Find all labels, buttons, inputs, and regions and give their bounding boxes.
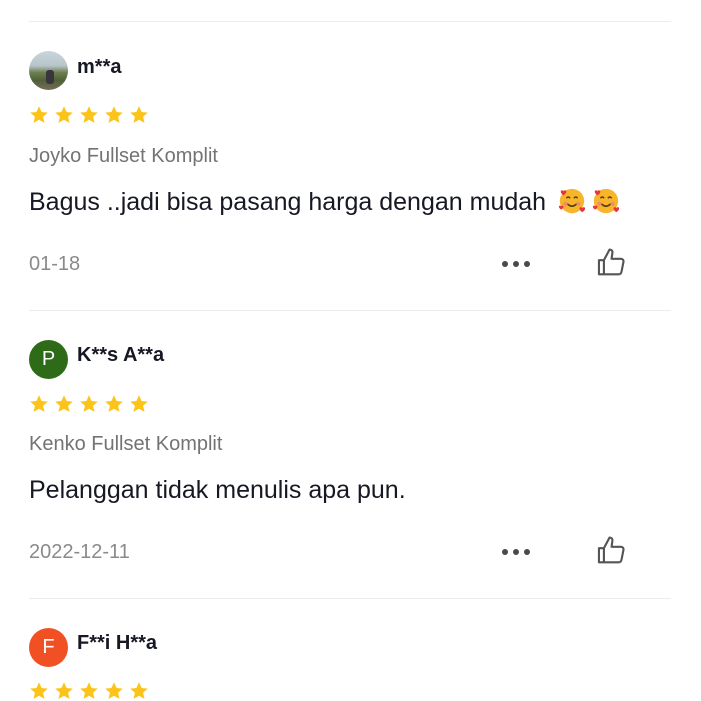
product-variant: Joyko Fullset Komplit [29, 145, 218, 167]
star-icon [80, 682, 98, 699]
smiling-face-with-hearts-icon [592, 188, 620, 214]
review-date: 01-18 [29, 253, 81, 275]
avatar[interactable]: P [29, 340, 68, 379]
avatar[interactable]: F [29, 628, 68, 667]
reviewer-name: F**i H**a [77, 632, 158, 654]
star-icon [30, 106, 48, 123]
divider [29, 598, 671, 599]
avatar-photo-figure [46, 70, 54, 84]
divider [29, 310, 671, 311]
star-icon [105, 106, 123, 123]
more-options-icon[interactable] [502, 260, 534, 268]
rating-stars [29, 681, 149, 701]
more-options-icon[interactable] [502, 548, 534, 556]
thumbs-up-icon[interactable] [594, 534, 628, 568]
product-variant: Kenko Fullset Komplit [29, 433, 223, 455]
smiling-face-with-hearts-icon [558, 188, 586, 214]
reviewer-name: K**s A**a [77, 344, 165, 366]
star-icon [55, 106, 73, 123]
review-date: 2022-12-11 [29, 541, 130, 563]
review-text-content: Bagus ..jadi bisa pasang harga dengan mu… [29, 188, 547, 216]
avatar[interactable] [29, 51, 68, 90]
star-icon [130, 106, 148, 123]
star-icon [130, 682, 148, 699]
star-icon [80, 395, 98, 412]
star-icon [105, 682, 123, 699]
rating-stars [29, 105, 149, 125]
avatar-letter: F [42, 636, 55, 658]
star-icon [80, 106, 98, 123]
divider-top [29, 21, 671, 22]
star-icon [130, 395, 148, 412]
star-icon [55, 682, 73, 699]
star-icon [105, 395, 123, 412]
avatar-letter: P [41, 348, 56, 370]
rating-stars [29, 394, 149, 414]
star-icon [30, 395, 48, 412]
review-text: Pelanggan tidak menulis apa pun. [29, 476, 406, 504]
review-text: Bagus ..jadi bisa pasang harga dengan mu… [29, 186, 621, 217]
star-icon [55, 395, 73, 412]
star-icon [30, 682, 48, 699]
reviewer-name: m**a [77, 56, 122, 78]
thumbs-up-icon[interactable] [594, 246, 628, 280]
